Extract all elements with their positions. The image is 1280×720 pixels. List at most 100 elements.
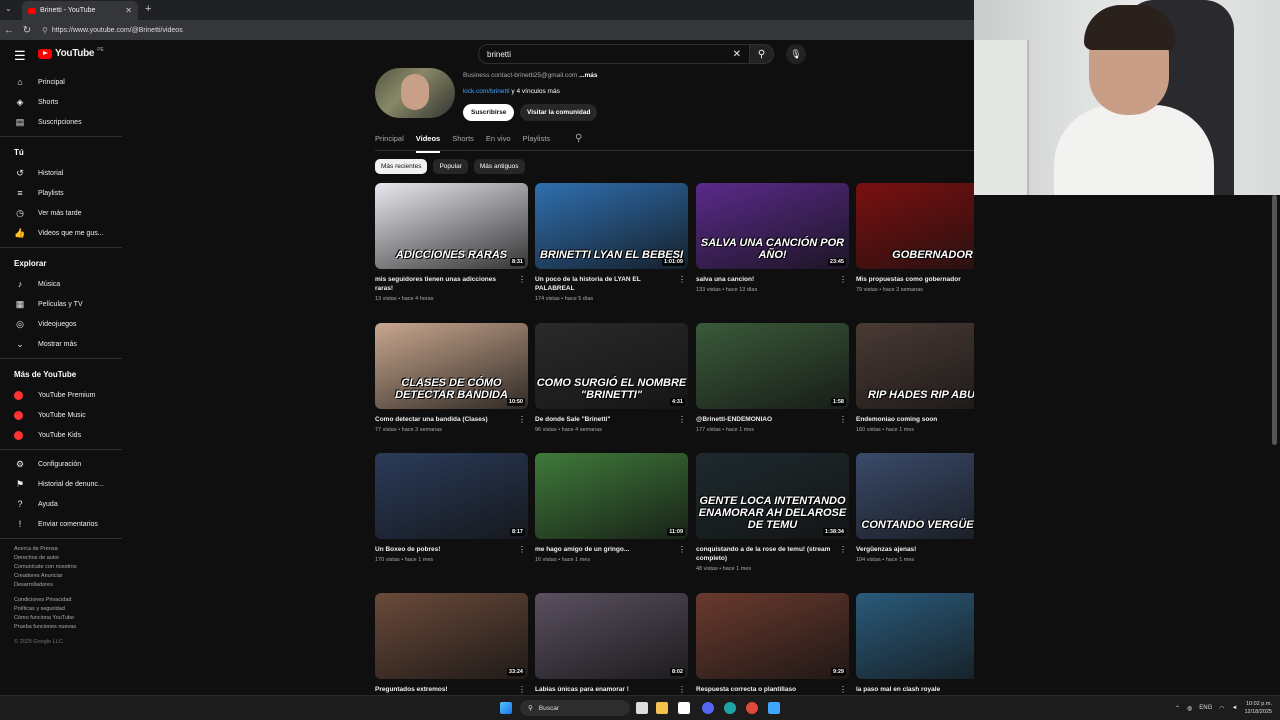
footer-link[interactable]: Prueba funciones nuevas	[14, 623, 122, 632]
sort-chip[interactable]: Más recientes	[375, 159, 428, 174]
clear-search-icon[interactable]: ✕	[733, 49, 741, 60]
more-actions-icon[interactable]: ⋮	[518, 685, 526, 694]
video-title[interactable]: Mis propuestas como gobernador	[856, 275, 974, 284]
sidebar-explore-item-1[interactable]: ▦ Películas y TV	[0, 294, 122, 314]
description-more[interactable]: ...más	[579, 72, 597, 79]
video-thumbnail[interactable]: RIP HADES RIP ABUELA12:45	[856, 323, 974, 409]
video-card[interactable]: RIP HADES RIP ABUELA12:45 Endemoniao comi…	[856, 323, 974, 433]
network-icon[interactable]: ◍	[1187, 705, 1192, 712]
sidebar-you-item-2[interactable]: ◷ Ver más tarde	[0, 203, 122, 223]
more-actions-icon[interactable]: ⋮	[678, 415, 686, 424]
channel-link[interactable]: kick.com/brinetti	[463, 88, 510, 95]
video-thumbnail[interactable]: GOBERNADOR9:12	[856, 183, 974, 269]
sort-chip[interactable]: Popular	[433, 159, 468, 174]
video-card[interactable]: GOBERNADOR9:12 Mis propuestas como gobern…	[856, 183, 974, 293]
task-view-icon[interactable]	[636, 702, 648, 714]
footer-link[interactable]: Comunícate con nosotros	[14, 563, 122, 572]
sidebar-you-item-1[interactable]: ≡ Playlists	[0, 183, 122, 203]
sidebar-explore-item-3[interactable]: ⌄ Mostrar más	[0, 334, 122, 354]
sidebar-explore-item-2[interactable]: ◎ Videojuegos	[0, 314, 122, 334]
sidebar-settings-item-0[interactable]: ⚙ Configuración	[0, 454, 122, 474]
video-thumbnail[interactable]: SALVA UNA CANCIÓN POR AÑO! 23:45	[696, 183, 849, 269]
sidebar-explore-item-0[interactable]: ♪ Música	[0, 274, 122, 294]
wifi-icon[interactable]: ◠	[1219, 705, 1224, 712]
community-button[interactable]: Visitar la comunidad	[520, 104, 598, 121]
video-title[interactable]: salva una cancion!	[696, 275, 849, 284]
taskbar-search[interactable]: ⚲ Buscar	[520, 700, 630, 716]
video-card[interactable]: 7:39la paso mal en clash royale⋮	[856, 593, 974, 695]
site-info-icon[interactable]: ⚲	[42, 26, 48, 35]
video-card[interactable]: ADICCIONES RARAS 8:31 mis seguidores tiene…	[375, 183, 528, 302]
menu-icon[interactable]: ☰	[14, 48, 26, 64]
footer-link[interactable]: Condiciones Privacidad	[14, 596, 122, 605]
video-card[interactable]: CONTANDO VERGÜENZAS11:07 Vergüenzas ajena…	[856, 453, 974, 563]
video-thumbnail[interactable]: 1:58	[696, 323, 849, 409]
sidebar-more-item-2[interactable]: YouTube Kids	[0, 425, 122, 445]
more-actions-icon[interactable]: ⋮	[678, 545, 686, 554]
sidebar-more-item-1[interactable]: YouTube Music	[0, 405, 122, 425]
sidebar-settings-item-3[interactable]: ! Enviar comentarios	[0, 514, 122, 534]
sidebar-you-item-0[interactable]: ↺ Historial	[0, 163, 122, 183]
video-thumbnail[interactable]: COMO SURGIÓ EL NOMBRE "BRINETTI" 4:31	[535, 323, 688, 409]
more-actions-icon[interactable]: ⋮	[518, 415, 526, 424]
edge-icon[interactable]	[724, 702, 736, 714]
video-card[interactable]: COMO SURGIÓ EL NOMBRE "BRINETTI" 4:31 De d…	[535, 323, 688, 433]
video-card[interactable]: 1:58 @Brinetti-ENDEMONIAO 177 vistas • hac…	[696, 323, 849, 433]
video-title[interactable]: Labias únicas para enamorar !	[535, 685, 688, 694]
sidebar-item-0[interactable]: ⌂ Principal	[0, 72, 122, 92]
more-actions-icon[interactable]: ⋮	[839, 415, 847, 424]
video-thumbnail[interactable]: BRINETTI LYAN EL BEBESI 1:01:09	[535, 183, 688, 269]
url-field[interactable]: ⚲ https://www.youtube.com/@Brinetti/vide…	[42, 26, 183, 35]
footer-link[interactable]: Derechos de autor	[14, 554, 122, 563]
channel-search-icon[interactable]: ⚲	[575, 133, 582, 144]
more-actions-icon[interactable]: ⋮	[839, 545, 847, 554]
video-title[interactable]: la paso mal en clash royale	[856, 685, 974, 694]
tab-close-icon[interactable]: ✕	[125, 6, 132, 15]
video-thumbnail[interactable]: 7:39	[856, 593, 974, 679]
video-card[interactable]: SALVA UNA CANCIÓN POR AÑO! 23:45 salva una…	[696, 183, 849, 293]
sidebar-item-1[interactable]: ◈ Shorts	[0, 92, 122, 112]
video-title[interactable]: Vergüenzas ajenas!	[856, 545, 974, 554]
voice-search-button[interactable]: 🎙	[786, 44, 806, 64]
start-icon[interactable]	[500, 702, 512, 714]
search-input[interactable]: brinetti ✕	[478, 44, 750, 64]
footer-link[interactable]: Acerca de Prensa	[14, 545, 122, 554]
notepad-icon[interactable]	[768, 702, 780, 714]
sidebar-settings-item-2[interactable]: ? Ayuda	[0, 494, 122, 514]
video-thumbnail[interactable]: 33:24	[375, 593, 528, 679]
reload-icon[interactable]: ↻	[18, 25, 36, 36]
video-card[interactable]: 8:17 Un Boxeo de pobres! 170 vistas • hace…	[375, 453, 528, 563]
clock[interactable]: 10:02 p.m. 12/18/2025	[1244, 700, 1272, 716]
video-title[interactable]: Endemoniao coming soon	[856, 415, 974, 424]
video-card[interactable]: BRINETTI LYAN EL BEBESI 1:01:09 Un poco de…	[535, 183, 688, 302]
chrome-icon[interactable]	[746, 702, 758, 714]
video-title[interactable]: @Brinetti-ENDEMONIAO	[696, 415, 849, 424]
video-thumbnail[interactable]: 8:17	[375, 453, 528, 539]
video-card[interactable]: 33:24 Preguntados extremos! ⋮	[375, 593, 528, 695]
video-thumbnail[interactable]: CONTANDO VERGÜENZAS11:07	[856, 453, 974, 539]
footer-link[interactable]: Creadores Anunciar	[14, 572, 122, 581]
app-icon[interactable]	[678, 702, 690, 714]
more-actions-icon[interactable]: ⋮	[678, 275, 686, 284]
sidebar-more-item-0[interactable]: YouTube Premium	[0, 385, 122, 405]
more-links[interactable]: y 4 vínculos más	[510, 88, 559, 95]
channel-avatar[interactable]	[375, 68, 455, 118]
volume-icon[interactable]: ◄	[1232, 705, 1238, 711]
video-thumbnail[interactable]: 11:09	[535, 453, 688, 539]
video-card[interactable]: CLASES DE CÓMO DETECTAR BANDIDA 10:50 Como…	[375, 323, 528, 433]
video-title[interactable]: Como detectar una bandida (Clases)	[375, 415, 528, 424]
video-title[interactable]: De donde Sale "Brinetti"	[535, 415, 688, 424]
more-actions-icon[interactable]: ⋮	[518, 545, 526, 554]
file-explorer-icon[interactable]	[656, 702, 668, 714]
channel-description[interactable]: Business contact-brinetti25@gmail.com ..…	[463, 72, 598, 79]
footer-link[interactable]: Desarrolladores	[14, 581, 122, 590]
video-thumbnail[interactable]: 8:02	[535, 593, 688, 679]
sort-chip[interactable]: Más antiguos	[473, 159, 525, 174]
search-button[interactable]: ⚲	[750, 44, 774, 64]
footer-link[interactable]: Políticas y seguridad	[14, 605, 122, 614]
scrollbar[interactable]	[1272, 195, 1277, 445]
video-title[interactable]: Preguntados extremos!	[375, 685, 528, 694]
more-actions-icon[interactable]: ⋮	[518, 275, 526, 284]
more-actions-icon[interactable]: ⋮	[839, 275, 847, 284]
language-indicator[interactable]: ENG	[1199, 705, 1212, 711]
